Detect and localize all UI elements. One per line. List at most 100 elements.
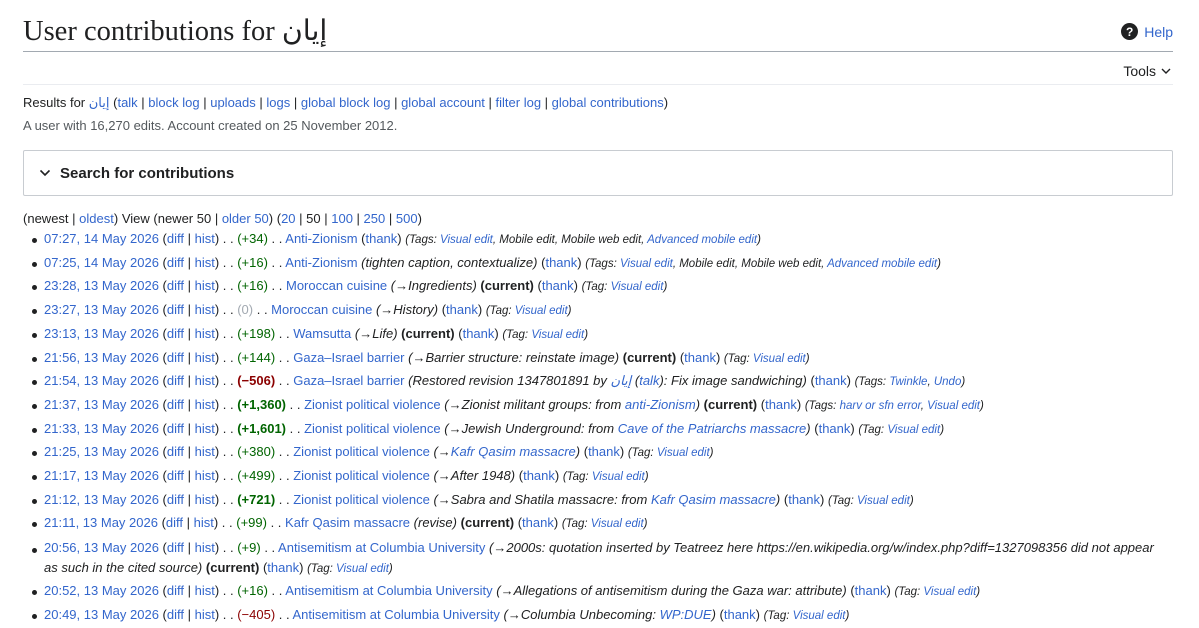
tag[interactable]: harv or sfn error	[840, 400, 921, 412]
tag[interactable]: Visual edit	[923, 586, 976, 598]
user-tool-link[interactable]: talk	[117, 95, 137, 110]
comment-link[interactable]: Kafr Qasim massacre	[451, 444, 576, 459]
thank-link[interactable]: thank	[588, 444, 620, 459]
hist-link[interactable]: hist	[195, 302, 215, 317]
thank-link[interactable]: thank	[684, 350, 716, 365]
tag[interactable]: Visual edit	[927, 400, 980, 412]
comment-link[interactable]: WP:DUE	[660, 607, 712, 622]
tag[interactable]: Visual edit	[657, 447, 710, 459]
article-link[interactable]: Zionist political violence	[293, 444, 430, 459]
tag[interactable]: Visual edit	[611, 281, 664, 293]
article-link[interactable]: Antisemitism at Columbia University	[278, 540, 485, 555]
thank-link[interactable]: thank	[765, 397, 797, 412]
tools-menu[interactable]: Tools	[1123, 63, 1171, 79]
hist-link[interactable]: hist	[195, 468, 215, 483]
help-link[interactable]: ? Help	[1121, 23, 1173, 40]
comment-link[interactable]: anti-Zionism	[625, 397, 696, 412]
tag[interactable]: Visual edit	[793, 610, 846, 622]
hist-link[interactable]: hist	[195, 540, 215, 555]
search-contributions-toggle[interactable]: Search for contributions	[23, 150, 1173, 196]
revision-timestamp-link[interactable]: 23:27, 13 May 2026	[44, 302, 159, 317]
user-tool-link[interactable]: global block log	[301, 95, 391, 110]
revision-timestamp-link[interactable]: 23:28, 13 May 2026	[44, 278, 159, 293]
diff-link[interactable]: diff	[167, 444, 184, 459]
diff-link[interactable]: diff	[167, 607, 184, 622]
article-link[interactable]: Moroccan cuisine	[286, 278, 387, 293]
tag[interactable]: Visual edit	[515, 305, 568, 317]
thank-link[interactable]: thank	[819, 421, 851, 436]
limit-link[interactable]: 20	[281, 211, 295, 226]
hist-link[interactable]: hist	[195, 278, 215, 293]
revision-timestamp-link[interactable]: 21:17, 13 May 2026	[44, 468, 159, 483]
user-tool-link[interactable]: block log	[148, 95, 199, 110]
user-tool-link[interactable]: filter log	[496, 95, 542, 110]
article-link[interactable]: Zionist political violence	[293, 468, 430, 483]
article-link[interactable]: Anti-Zionism	[285, 255, 357, 270]
tag[interactable]: Visual edit	[620, 258, 673, 270]
diff-link[interactable]: diff	[166, 515, 183, 530]
diff-link[interactable]: diff	[167, 278, 184, 293]
hist-link[interactable]: hist	[195, 373, 215, 388]
hist-link[interactable]: hist	[195, 492, 215, 507]
thank-link[interactable]: thank	[463, 326, 495, 341]
diff-link[interactable]: diff	[167, 255, 184, 270]
comment-link[interactable]: Cave of the Patriarchs massacre	[618, 421, 807, 436]
diff-link[interactable]: diff	[167, 540, 184, 555]
thank-link[interactable]: thank	[545, 255, 577, 270]
article-link[interactable]: Gaza–Israel barrier	[293, 350, 404, 365]
diff-link[interactable]: diff	[167, 492, 184, 507]
article-link[interactable]: Anti-Zionism	[285, 231, 357, 246]
thank-link[interactable]: thank	[267, 560, 299, 575]
tag[interactable]: Visual edit	[440, 234, 493, 246]
revision-timestamp-link[interactable]: 21:33, 13 May 2026	[44, 421, 159, 436]
revision-timestamp-link[interactable]: 21:54, 13 May 2026	[44, 373, 159, 388]
tag[interactable]: Twinkle	[889, 376, 927, 388]
thank-link[interactable]: thank	[724, 607, 756, 622]
article-link[interactable]: Kafr Qasim massacre	[285, 515, 410, 530]
limit-link[interactable]: 100	[331, 211, 353, 226]
hist-link[interactable]: hist	[195, 350, 215, 365]
thank-link[interactable]: thank	[523, 468, 555, 483]
thank-link[interactable]: thank	[542, 278, 574, 293]
hist-link[interactable]: hist	[195, 326, 215, 341]
revision-timestamp-link[interactable]: 21:12, 13 May 2026	[44, 492, 159, 507]
diff-link[interactable]: diff	[167, 326, 184, 341]
revision-timestamp-link[interactable]: 20:49, 13 May 2026	[44, 607, 159, 622]
diff-link[interactable]: diff	[167, 421, 184, 436]
help-label[interactable]: Help	[1144, 24, 1173, 40]
thank-link[interactable]: thank	[522, 515, 554, 530]
user-tool-link[interactable]: global account	[401, 95, 485, 110]
user-tool-link[interactable]: global contributions	[552, 95, 664, 110]
article-link[interactable]: Zionist political violence	[304, 421, 441, 436]
thank-link[interactable]: thank	[365, 231, 397, 246]
hist-link[interactable]: hist	[194, 515, 214, 530]
hist-link[interactable]: hist	[195, 444, 215, 459]
hist-link[interactable]: hist	[195, 421, 215, 436]
diff-link[interactable]: diff	[167, 302, 184, 317]
revision-timestamp-link[interactable]: 21:25, 13 May 2026	[44, 444, 159, 459]
revision-timestamp-link[interactable]: 20:52, 13 May 2026	[44, 583, 159, 598]
results-user-link[interactable]: إيان	[89, 95, 110, 110]
tag[interactable]: Advanced mobile edit	[647, 234, 757, 246]
limit-link[interactable]: 250	[364, 211, 386, 226]
tag[interactable]: Visual edit	[531, 329, 584, 341]
tag[interactable]: Visual edit	[887, 424, 940, 436]
older-link[interactable]: older 50	[222, 211, 269, 226]
hist-link[interactable]: hist	[195, 607, 215, 622]
revision-timestamp-link[interactable]: 21:11, 13 May 2026	[44, 515, 158, 530]
article-link[interactable]: Wamsutta	[293, 326, 351, 341]
article-link[interactable]: Zionist political violence	[304, 397, 441, 412]
user-tool-link[interactable]: logs	[266, 95, 290, 110]
limit-link[interactable]: 500	[396, 211, 418, 226]
article-link[interactable]: Antisemitism at Columbia University	[293, 607, 500, 622]
hist-link[interactable]: hist	[195, 255, 215, 270]
thank-link[interactable]: thank	[788, 492, 820, 507]
article-link[interactable]: Zionist political violence	[293, 492, 430, 507]
article-link[interactable]: Gaza–Israel barrier	[293, 373, 404, 388]
comment-link[interactable]: Kafr Qasim massacre	[651, 492, 776, 507]
diff-link[interactable]: diff	[167, 350, 184, 365]
hist-link[interactable]: hist	[195, 231, 215, 246]
tag[interactable]: Advanced mobile edit	[827, 258, 937, 270]
hist-link[interactable]: hist	[195, 583, 215, 598]
tag[interactable]: Visual edit	[753, 353, 806, 365]
